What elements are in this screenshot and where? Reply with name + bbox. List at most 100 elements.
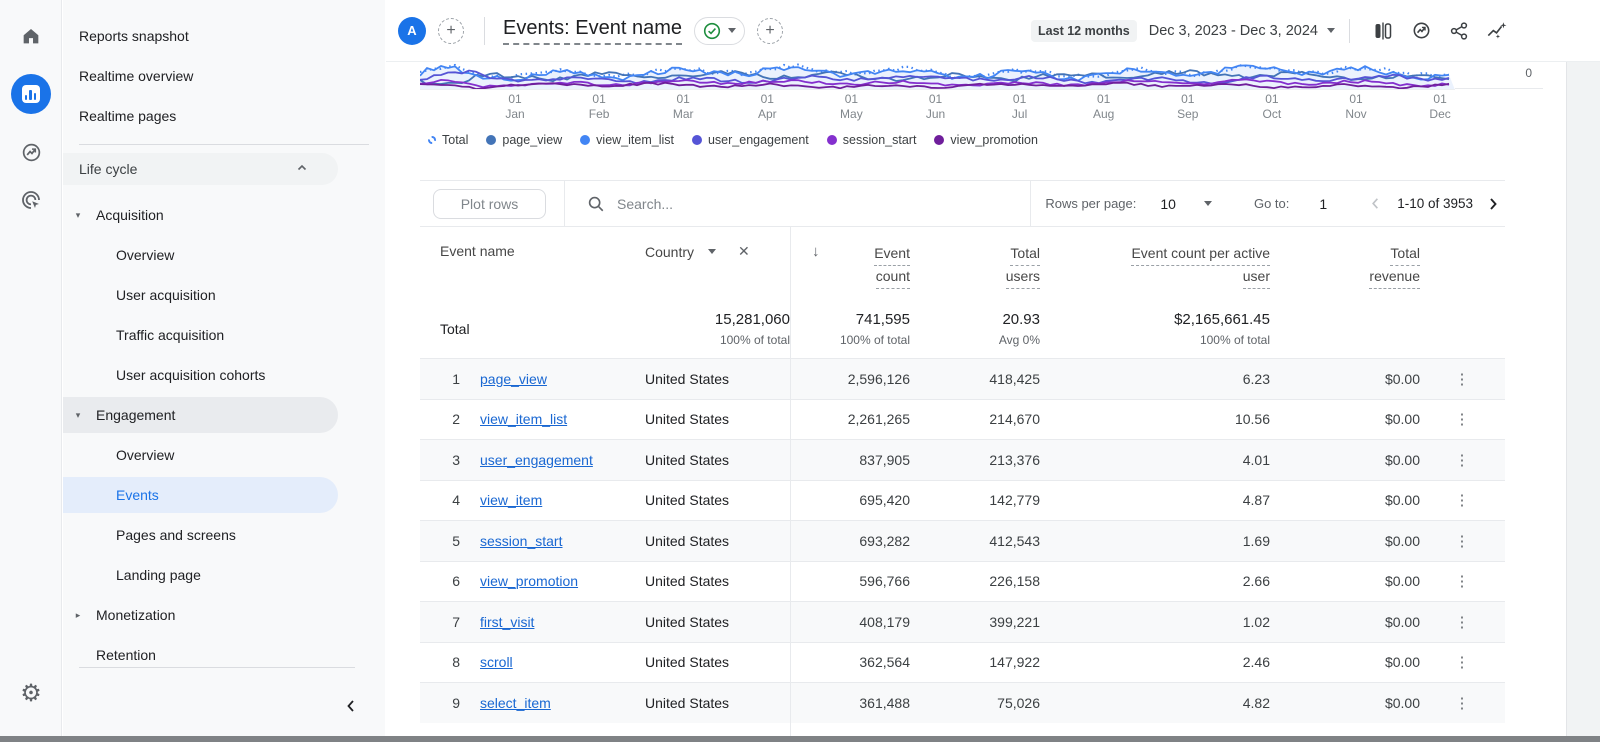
date-range-picker[interactable]: Dec 3, 2023 - Dec 3, 2024 — [1149, 23, 1318, 39]
row-total-users: 142,779 — [910, 492, 1040, 508]
row-menu-icon[interactable]: ⋮ — [1420, 613, 1505, 631]
row-per-user: 1.69 — [1040, 533, 1270, 549]
column-header-total-revenue[interactable]: Totalrevenue — [1270, 227, 1420, 289]
event-link[interactable]: scroll — [480, 654, 513, 670]
table-row-scroll: 8scrollUnited States362,564147,9222.46$0… — [420, 642, 1505, 683]
sidebar-item-realtime-overview[interactable]: Realtime overview — [63, 56, 385, 96]
column-header-total-users[interactable]: Totalusers — [910, 227, 1040, 289]
column-header-line: users — [1006, 266, 1040, 289]
column-header-event-count[interactable]: Eventcount — [790, 227, 910, 289]
chevron-down-icon[interactable]: ▾ — [73, 410, 83, 421]
prev-page-icon[interactable] — [1363, 192, 1387, 216]
row-menu-icon[interactable]: ⋮ — [1420, 694, 1505, 712]
screen-bottom-edge — [0, 736, 1600, 742]
plot-rows-button[interactable]: Plot rows — [433, 189, 546, 219]
row-menu-icon[interactable]: ⋮ — [1420, 653, 1505, 671]
sidebar-item-overview[interactable]: Overview — [63, 235, 338, 275]
row-menu-icon[interactable]: ⋮ — [1420, 451, 1505, 469]
legend-label: Total — [442, 133, 468, 147]
chevron-down-icon[interactable]: ▾ — [73, 210, 83, 221]
event-link[interactable]: session_start — [480, 533, 562, 549]
goto-value[interactable]: 1 — [1319, 196, 1327, 212]
sidebar-item-user-acquisition[interactable]: User acquisition — [63, 275, 338, 315]
collapse-sidebar-button[interactable] — [339, 694, 363, 718]
totals-metric-3: $2,165,661.45100% of total — [1040, 311, 1270, 347]
event-link[interactable]: first_visit — [480, 614, 534, 630]
sparkline-insights-icon[interactable] — [1478, 13, 1516, 49]
sidebar-section-lifecycle[interactable]: Life cycle — [63, 153, 338, 185]
advertising-icon[interactable] — [0, 176, 62, 224]
legend-item-total[interactable]: Total — [428, 133, 468, 147]
row-menu-icon[interactable]: ⋮ — [1420, 572, 1505, 590]
row-revenue: $0.00 — [1270, 695, 1420, 711]
sidebar-item-label: Pages and screens — [116, 527, 236, 543]
sidebar-item-user-acquisition-cohorts[interactable]: User acquisition cohorts — [63, 355, 338, 395]
sidebar-item-reports-snapshot[interactable]: Reports snapshot — [63, 16, 385, 56]
sidebar-bottom-divider — [79, 667, 355, 668]
row-menu-icon[interactable]: ⋮ — [1420, 491, 1505, 509]
rows-per-page-value[interactable]: 10 — [1160, 196, 1176, 212]
event-link[interactable]: view_item_list — [480, 411, 567, 427]
event-link[interactable]: view_item — [480, 492, 542, 508]
x-tick-dec: 01Dec — [1410, 92, 1470, 122]
reports-icon[interactable] — [11, 74, 51, 114]
legend-item-page-view[interactable]: page_view — [486, 133, 562, 147]
page-title[interactable]: Events: Event name — [503, 17, 682, 45]
add-report-button[interactable]: + — [757, 18, 783, 44]
row-menu-icon[interactable]: ⋮ — [1420, 370, 1505, 388]
row-index: 3 — [420, 452, 460, 468]
row-menu-icon[interactable]: ⋮ — [1420, 532, 1505, 550]
sidebar-item-label: Acquisition — [96, 207, 164, 223]
avatar[interactable]: A — [398, 17, 426, 45]
x-tick-nov: 01Nov — [1326, 92, 1386, 122]
event-link[interactable]: user_engagement — [480, 452, 593, 468]
sidebar-item-events[interactable]: Events — [63, 477, 338, 513]
event-link[interactable]: select_item — [480, 695, 551, 711]
legend-item-session-start[interactable]: session_start — [827, 133, 917, 147]
sidebar-item-monetization[interactable]: ▸Monetization — [63, 595, 338, 635]
search-input[interactable] — [617, 196, 1030, 212]
event-link[interactable]: view_promotion — [480, 573, 578, 589]
share-icon[interactable] — [1440, 13, 1478, 49]
remove-country-icon[interactable]: ✕ — [738, 243, 750, 260]
legend-item-view-promotion[interactable]: view_promotion — [934, 133, 1038, 147]
add-comparison-button[interactable]: + — [438, 18, 464, 44]
home-icon[interactable] — [0, 12, 62, 60]
settings-gear-icon[interactable]: ⚙ — [0, 679, 62, 708]
rows-per-page-caret[interactable] — [1204, 201, 1212, 206]
column-header-event-name[interactable]: Event name — [420, 227, 630, 259]
chevron-down-icon[interactable] — [1327, 28, 1335, 33]
comparison-icon[interactable] — [1364, 13, 1402, 49]
row-menu-icon[interactable]: ⋮ — [1420, 410, 1505, 428]
event-link[interactable]: page_view — [480, 371, 547, 387]
sidebar-item-acquisition[interactable]: ▾ Acquisition — [63, 195, 338, 235]
report-status-pill[interactable] — [694, 17, 745, 45]
sidebar-item-label: Overview — [116, 447, 174, 463]
sidebar-item-traffic-acquisition[interactable]: Traffic acquisition — [63, 315, 338, 355]
chevron-right-icon[interactable]: ▸ — [73, 610, 83, 621]
explore-icon[interactable] — [0, 128, 62, 176]
row-index: 1 — [420, 371, 460, 387]
sidebar-item-label: Retention — [96, 647, 156, 663]
sidebar-item-engagement[interactable]: ▾Engagement — [63, 397, 338, 433]
row-event-count: 693,282 — [790, 533, 910, 549]
country-caret-icon[interactable] — [708, 249, 716, 254]
column-header-country[interactable]: Country ✕ — [630, 227, 790, 260]
table-controls: Plot rows Rows per page: 10 Go to: 1 1-1… — [420, 180, 1505, 227]
sidebar-item-landing-page[interactable]: Landing page — [63, 555, 338, 595]
row-total-users: 213,376 — [910, 452, 1040, 468]
next-page-icon[interactable] — [1481, 192, 1505, 216]
legend-item-user-engagement[interactable]: user_engagement — [692, 133, 809, 147]
legend-item-view-item-list[interactable]: view_item_list — [580, 133, 674, 147]
sidebar-item-retention[interactable]: Retention — [63, 635, 338, 675]
insights-explore-icon[interactable] — [1402, 13, 1440, 49]
sort-descending-icon[interactable]: ↓ — [812, 243, 820, 260]
row-total-users: 214,670 — [910, 411, 1040, 427]
legend-label: view_promotion — [950, 133, 1038, 147]
sidebar-item-label: Events — [116, 487, 159, 503]
scrollbar-track[interactable] — [1566, 62, 1600, 736]
sidebar-item-overview[interactable]: Overview — [63, 435, 338, 475]
sidebar-item-realtime-pages[interactable]: Realtime pages — [63, 96, 385, 136]
sidebar-item-pages-and-screens[interactable]: Pages and screens — [63, 515, 338, 555]
column-header-event-count-per-active-user[interactable]: Event count per activeuser — [1040, 227, 1270, 289]
